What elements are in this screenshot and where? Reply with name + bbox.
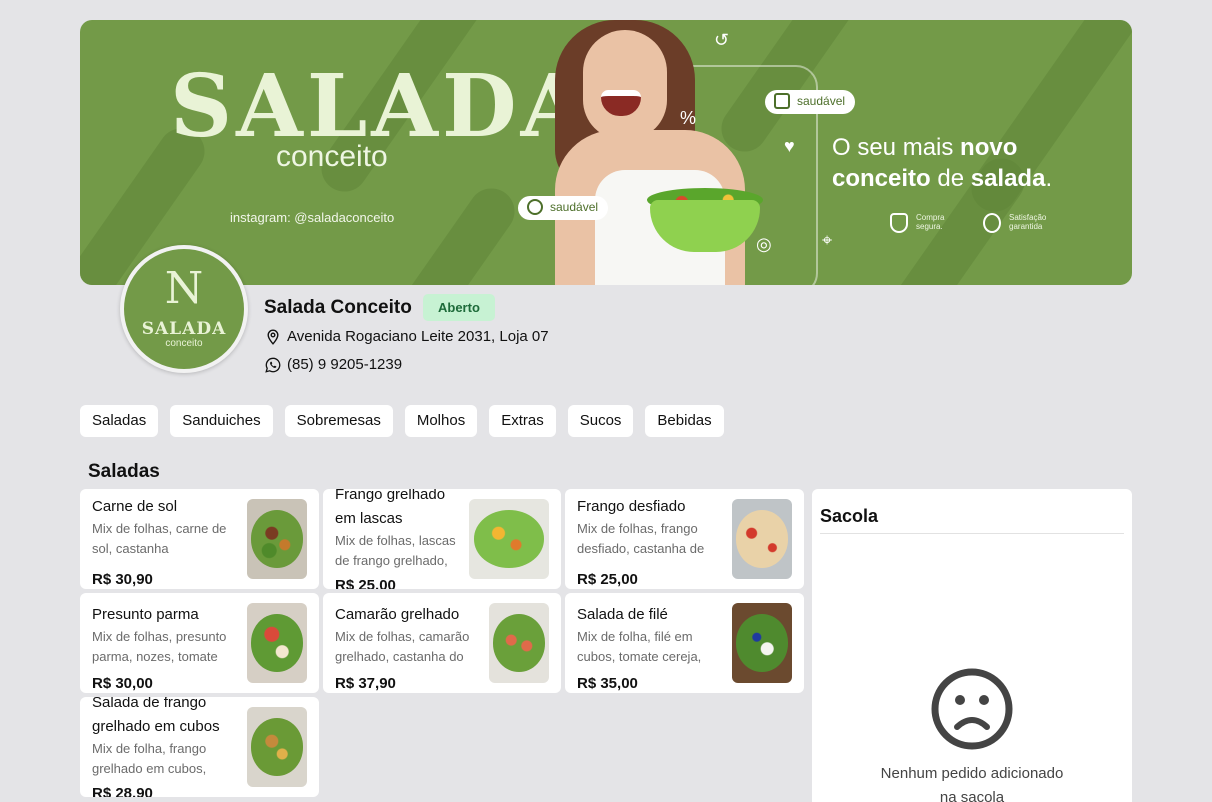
product-name: Frango grelhado em lascas: [335, 489, 446, 527]
map-pin-icon: [267, 328, 279, 345]
tab-sucos[interactable]: Sucos: [567, 405, 634, 437]
status-badge: Aberto: [423, 294, 495, 321]
banner-tagline: O seu mais novo conceito de salada.: [832, 134, 1053, 192]
product-price: R$ 25,00: [577, 571, 638, 588]
plus-icon: [774, 93, 790, 109]
product-card[interactable]: Salada de filé Mix de folha, filé em cub…: [565, 593, 804, 693]
banner-subtitle: conceito: [276, 140, 388, 173]
product-card[interactable]: Presunto parma Mix de folhas, presunto p…: [80, 593, 319, 693]
tab-sobremesas[interactable]: Sobremesas: [284, 405, 393, 437]
refresh-icon: ↺: [714, 30, 730, 50]
fork-knife-icon: [527, 199, 543, 215]
product-image: [489, 603, 549, 683]
heart-icon: ♥: [784, 136, 795, 156]
product-price: R$ 25,00: [335, 577, 396, 589]
globe-icon: ◎: [756, 234, 772, 254]
banner-pill-healthy: saudável: [518, 196, 609, 220]
tab-sanduiches[interactable]: Sanduiches: [170, 405, 273, 437]
store-phone[interactable]: (85) 9 9205-1239: [265, 356, 402, 373]
product-grid: Carne de sol Mix de folhas, carne de sol…: [80, 489, 804, 797]
product-price: R$ 35,00: [577, 675, 638, 692]
tab-molhos[interactable]: Molhos: [404, 405, 478, 437]
product-image: [247, 499, 307, 579]
empty-bag-message: Nenhum pedido adicionado na sacola: [880, 765, 1064, 802]
shopping-bag-panel: Sacola Nenhum pedido adicionado na sacol…: [812, 489, 1132, 802]
tab-extras[interactable]: Extras: [489, 405, 556, 437]
shield-icon: [890, 213, 908, 233]
location-icon: ⌖: [822, 230, 833, 250]
badge-satisfaction: Satisfação garantida: [983, 213, 1073, 233]
product-description: Mix de folhas, frango desfiado, castanha…: [577, 521, 705, 556]
tab-saladas[interactable]: Saladas: [80, 405, 159, 437]
badge-secure: Compra segura.: [890, 213, 970, 233]
product-image: [469, 499, 549, 579]
product-name: Carne de sol: [92, 498, 178, 515]
product-description: Mix de folhas, carne de sol, castanha: [92, 521, 227, 556]
banner-photo: [535, 20, 765, 285]
product-name: Frango desfiado: [577, 498, 686, 515]
product-name: Salada de filé: [577, 606, 668, 623]
product-description: Mix de folhas, lascas de frango grelhado…: [335, 533, 456, 568]
store-name: Salada Conceito: [264, 297, 412, 318]
product-card[interactable]: Camarão grelhado Mix de folhas, camarão …: [323, 593, 561, 693]
divider: [820, 533, 1124, 534]
bag-title: Sacola: [820, 506, 879, 526]
banner-instagram: instagram: @saladaconceito: [230, 210, 395, 225]
product-description: Mix de folhas, camarão grelhado, castanh…: [335, 629, 470, 664]
store-banner: SALADA conceito instagram: @saladaconcei…: [80, 20, 1132, 285]
product-price: R$ 30,90: [92, 571, 153, 588]
check-seal-icon: [983, 213, 1001, 233]
product-image: [732, 499, 792, 579]
banner-pill-healthy-2: saudável: [765, 90, 856, 114]
product-price: R$ 30,00: [92, 675, 153, 692]
product-card[interactable]: Frango desfiado Mix de folhas, frango de…: [565, 489, 804, 589]
whatsapp-icon: [265, 357, 281, 373]
product-description: Mix de folha, frango grelhado em cubos,: [92, 741, 207, 776]
product-name: Camarão grelhado: [335, 606, 460, 623]
tab-bebidas[interactable]: Bebidas: [645, 405, 724, 437]
product-card[interactable]: Salada de frango grelhado em cubos Mix d…: [80, 697, 319, 797]
sad-face-icon: [931, 668, 1013, 750]
product-card[interactable]: Frango grelhado em lascas Mix de folhas,…: [323, 489, 561, 589]
store-address: Avenida Rogaciano Leite 2031, Loja 07: [265, 328, 549, 345]
product-image: [247, 707, 307, 787]
percent-icon: %: [680, 108, 697, 128]
product-price: R$ 37,90: [335, 675, 396, 692]
section-title: Saladas: [88, 461, 160, 482]
product-description: Mix de folhas, presunto parma, nozes, to…: [92, 629, 227, 664]
store-logo: N SALADA conceito: [120, 245, 248, 373]
category-tabs: Saladas Sanduiches Sobremesas Molhos Ext…: [80, 405, 724, 437]
product-image: [247, 603, 307, 683]
product-name: Presunto parma: [92, 606, 199, 623]
product-name: Salada de frango grelhado em cubos: [92, 697, 220, 735]
product-card[interactable]: Carne de sol Mix de folhas, carne de sol…: [80, 489, 319, 589]
product-image: [732, 603, 792, 683]
product-description: Mix de folha, filé em cubos, tomate cere…: [577, 629, 702, 664]
product-price: R$ 28,90: [92, 785, 153, 797]
